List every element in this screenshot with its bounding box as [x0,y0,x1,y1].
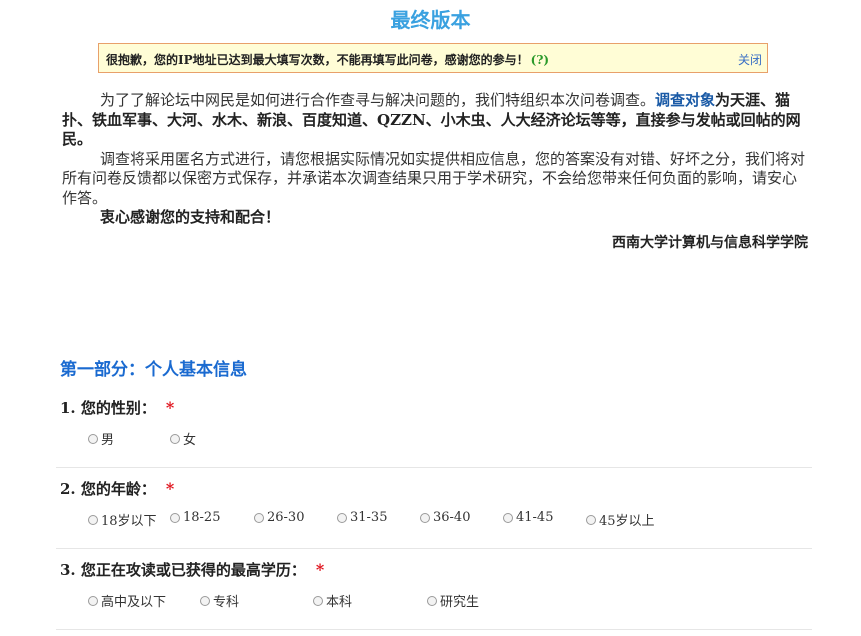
intro-text: 为了了解论坛中网民是如何进行合作查寻与解决问题的，我们特组织本次问卷调查。 [100,91,656,109]
question-gender: 1. 您的性别： * [60,397,174,418]
intro-thanks: 衷心感谢您的支持和配合！ [100,208,281,226]
survey-introduction: 为了了解论坛中网民是如何进行合作查寻与解决问题的，我们特组织本次问卷调查。调查对… [62,91,808,228]
option-label: 本科 [326,595,353,610]
radio-option-age-26-30[interactable]: 26-30 [254,510,304,525]
option-label: 高中及以下 [101,595,167,610]
notice-close-button[interactable]: 关闭 [738,51,762,68]
required-mark: * [165,398,175,417]
option-label: 41-45 [516,510,554,525]
notice-message: 很抱歉，您的IP地址已达到最大填写次数，不能再填写此问卷，感谢您的参与！ (?) [106,51,549,68]
radio-button[interactable] [313,595,323,606]
option-label: 31-35 [350,510,388,525]
option-label: 男 [101,433,115,448]
radio-button[interactable] [337,512,347,523]
radio-option-age-41-45[interactable]: 41-45 [503,510,553,525]
question-age: 2. 您的年龄： * [60,478,174,499]
ip-limit-notice: 很抱歉，您的IP地址已达到最大填写次数，不能再填写此问卷，感谢您的参与！ (?) … [98,43,768,73]
radio-option-postgraduate[interactable]: 研究生 [427,591,479,610]
question-education: 3. 您正在攻读或已获得的最高学历： * [60,559,324,580]
option-label: 研究生 [440,595,480,610]
intro-paragraph-2: 调查将采用匿名方式进行，请您根据实际情况如实提供相应信息，您的答案没有对错、好坏… [62,149,806,207]
divider [56,548,812,549]
required-mark: * [315,560,325,579]
notice-text: 很抱歉，您的IP地址已达到最大填写次数，不能再填写此问卷，感谢您的参与！ [106,53,529,67]
radio-button[interactable] [88,514,98,525]
required-mark: * [165,479,175,498]
radio-button[interactable] [200,595,210,606]
radio-button[interactable] [420,512,430,523]
question-label: 3. 您正在攻读或已获得的最高学历： [60,561,306,579]
option-label: 专科 [213,595,240,610]
radio-option-bachelor[interactable]: 本科 [313,591,352,610]
help-link[interactable]: (?) [531,53,549,67]
option-label: 18-25 [183,510,221,525]
question-label: 2. 您的年龄： [60,480,156,498]
radio-option-male[interactable]: 男 [88,429,114,448]
radio-button[interactable] [427,595,437,606]
signature: 西南大学计算机与信息科学学院 [612,235,808,251]
radio-option-age-18-25[interactable]: 18-25 [170,510,220,525]
radio-button[interactable] [254,512,264,523]
radio-option-college[interactable]: 专科 [200,591,239,610]
section-title: 第一部分：个人基本信息 [60,360,247,380]
radio-option-high-school[interactable]: 高中及以下 [88,591,166,610]
radio-button[interactable] [170,433,180,444]
radio-option-age-36-40[interactable]: 36-40 [420,510,470,525]
radio-button[interactable] [503,512,513,523]
survey-target-link[interactable]: 调查对象 [655,91,715,109]
divider [56,629,812,630]
radio-button[interactable] [170,512,180,523]
divider [56,467,812,468]
intro-paragraph-1: 为了了解论坛中网民是如何进行合作查寻与解决问题的，我们特组织本次问卷调查。调查对… [62,91,808,150]
option-label: 26-30 [267,510,305,525]
option-label: 女 [183,433,197,448]
radio-option-female[interactable]: 女 [170,429,196,448]
radio-option-age-under-18[interactable]: 18岁以下 [88,510,157,529]
question-label: 1. 您的性别： [60,399,156,417]
radio-button[interactable] [88,433,98,444]
page-title: 最终版本 [390,8,471,32]
radio-option-age-31-35[interactable]: 31-35 [337,510,387,525]
radio-button[interactable] [88,595,98,606]
option-label: 18岁以下 [101,514,157,529]
option-label: 36-40 [433,510,471,525]
radio-option-age-over-45[interactable]: 45岁以上 [586,510,655,529]
radio-button[interactable] [586,514,596,525]
option-label: 45岁以上 [599,514,655,529]
